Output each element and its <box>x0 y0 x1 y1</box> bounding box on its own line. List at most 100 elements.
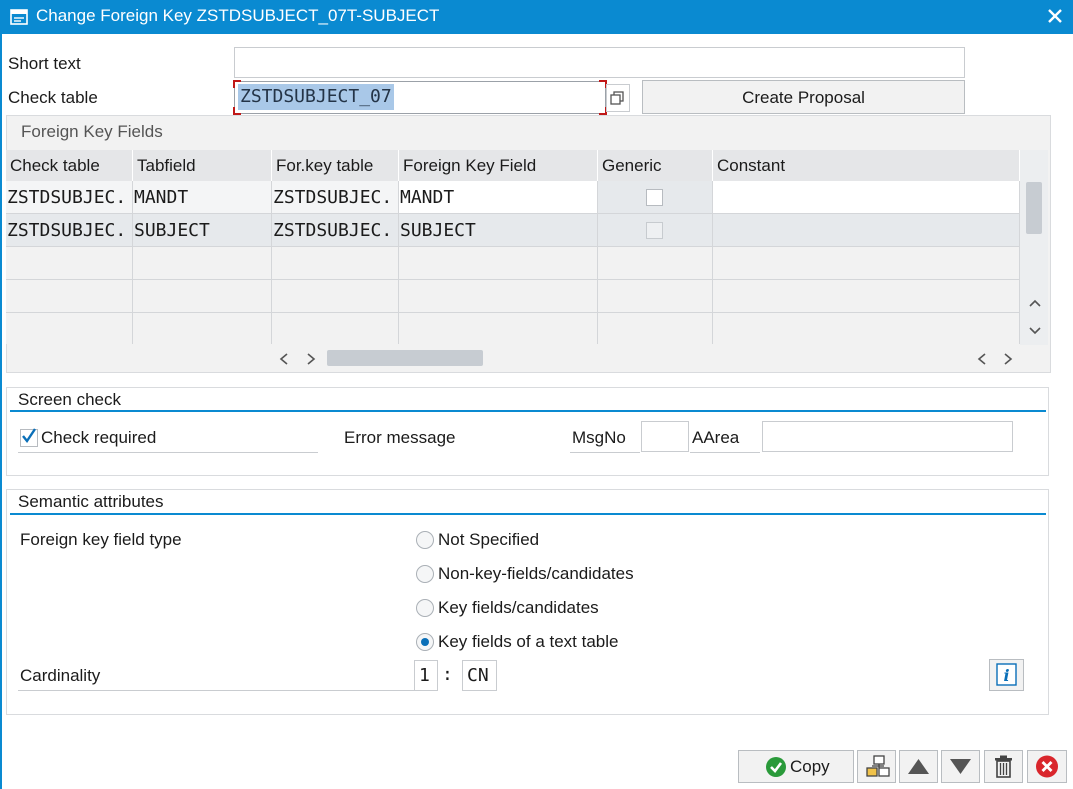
table-cell[interactable]: MANDT <box>133 181 272 214</box>
table-cell[interactable]: ZSTDSUBJEC. <box>272 181 399 214</box>
semantic-attributes-title: Semantic attributes <box>18 492 164 511</box>
table-cell[interactable]: ZSTDSUBJEC. <box>6 214 133 247</box>
svg-text:i: i <box>1003 666 1009 685</box>
col-generic[interactable]: Generic <box>598 150 713 181</box>
move-up-button[interactable] <box>899 750 938 783</box>
generic-checkbox[interactable] <box>646 189 663 206</box>
fk-fields-title: Foreign Key Fields <box>21 122 163 141</box>
radio-non-key-fields[interactable] <box>416 565 434 583</box>
cardinality-label: Cardinality <box>20 666 101 685</box>
check-required-checkbox[interactable] <box>20 428 38 447</box>
group-divider <box>10 513 1046 515</box>
field-underline <box>18 690 414 691</box>
table-cell-empty <box>133 313 272 344</box>
scroll-down-icon[interactable] <box>1028 326 1042 336</box>
table-cell-empty <box>713 247 1020 280</box>
msgno-label: MsgNo <box>572 428 626 447</box>
trash-icon <box>995 755 1012 778</box>
horizontal-scroll-thumb[interactable] <box>327 350 483 366</box>
table-cell-empty <box>272 280 399 313</box>
cancel-icon <box>1036 755 1058 778</box>
table-cell[interactable]: MANDT <box>399 181 598 214</box>
short-text-label: Short text <box>8 54 81 73</box>
field-underline <box>18 452 318 453</box>
aarea-label: AArea <box>692 428 740 447</box>
fk-field-type-label: Foreign key field type <box>20 530 182 549</box>
table-cell-empty <box>272 313 399 344</box>
table-cell-empty <box>713 280 1020 313</box>
table-cell[interactable]: SUBJECT <box>133 214 272 247</box>
table-cell[interactable]: ZSTDSUBJEC. <box>272 214 399 247</box>
col-tabfield[interactable]: Tabfield <box>133 150 272 181</box>
radio-label: Key fields of a text table <box>438 632 619 651</box>
delete-button[interactable] <box>984 750 1023 783</box>
col-forkey-table[interactable]: For.key table <box>272 150 399 181</box>
copy-button[interactable]: Copy <box>738 750 854 783</box>
check-table-label: Check table <box>8 88 98 107</box>
aarea-input[interactable] <box>762 421 1013 452</box>
create-proposal-button[interactable]: Create Proposal <box>642 80 965 114</box>
table-cell-empty <box>598 280 713 313</box>
table-cell-empty <box>133 247 272 280</box>
generic-checkbox[interactable] <box>646 222 663 239</box>
table-cell-empty <box>399 247 598 280</box>
edit-window-icon <box>10 9 28 25</box>
radio-key-fields-text-table[interactable] <box>416 633 434 651</box>
table-cell-empty <box>399 280 598 313</box>
check-required-label: Check required <box>41 428 157 447</box>
table-cell-empty <box>133 280 272 313</box>
table-cell-empty <box>6 280 133 313</box>
table-cell[interactable] <box>713 181 1020 214</box>
title-bar: Change Foreign Key ZSTDSUBJECT_07T-SUBJE… <box>0 0 1073 34</box>
short-text-input[interactable] <box>234 47 965 78</box>
triangle-down-icon <box>950 759 971 774</box>
close-icon[interactable] <box>1045 6 1065 26</box>
copy-label: Copy <box>790 757 830 776</box>
scroll-up-icon[interactable] <box>1028 298 1042 308</box>
field-underline <box>690 452 760 453</box>
error-message-label: Error message <box>344 428 456 447</box>
radio-label: Key fields/candidates <box>438 598 599 617</box>
radio-label: Non-key-fields/candidates <box>438 564 634 583</box>
check-table-input[interactable]: ZSTDSUBJECT_07 <box>233 80 607 115</box>
msgno-input[interactable] <box>641 421 689 452</box>
screen-check-title: Screen check <box>18 390 121 409</box>
value-help-icon <box>610 91 624 105</box>
triangle-up-icon <box>908 759 929 774</box>
info-button[interactable]: i <box>989 659 1024 691</box>
move-down-button[interactable] <box>941 750 980 783</box>
scroll-right-icon[interactable] <box>1002 352 1014 366</box>
col-constant[interactable]: Constant <box>713 150 1020 181</box>
table-cell[interactable]: SUBJECT <box>399 214 598 247</box>
field-underline <box>570 452 640 453</box>
radio-not-specified[interactable] <box>416 531 434 549</box>
hierarchy-icon <box>866 755 890 777</box>
radio-label: Not Specified <box>438 530 540 549</box>
cardinality-left-input[interactable]: 1 <box>414 660 438 691</box>
window-title: Change Foreign Key ZSTDSUBJECT_07T-SUBJE… <box>36 6 440 25</box>
scroll-left-icon[interactable] <box>976 352 988 366</box>
cardinality-right-input[interactable]: CN <box>462 660 497 691</box>
group-divider <box>10 410 1046 412</box>
window-frame <box>0 34 2 789</box>
scroll-right-icon[interactable] <box>305 352 317 366</box>
cancel-button[interactable] <box>1027 750 1067 783</box>
check-mark-icon <box>22 428 36 444</box>
cardinality-separator: : <box>442 664 453 685</box>
vertical-scrollbar[interactable] <box>1020 150 1048 345</box>
vertical-scroll-thumb[interactable] <box>1026 182 1042 234</box>
focus-corner-bl <box>233 107 241 115</box>
ok-check-icon <box>766 757 786 777</box>
value-help-button[interactable] <box>606 84 630 112</box>
transport-button[interactable] <box>857 750 896 783</box>
table-cell-empty <box>6 247 133 280</box>
table-cell-empty <box>399 313 598 344</box>
focus-corner-tl <box>233 80 241 88</box>
scroll-left-icon[interactable] <box>278 352 290 366</box>
table-cell[interactable] <box>713 214 1020 247</box>
radio-key-fields[interactable] <box>416 599 434 617</box>
col-fk-field[interactable]: Foreign Key Field <box>399 150 598 181</box>
table-cell-empty <box>598 247 713 280</box>
col-check-table[interactable]: Check table <box>6 150 133 181</box>
table-cell[interactable]: ZSTDSUBJEC. <box>6 181 133 214</box>
